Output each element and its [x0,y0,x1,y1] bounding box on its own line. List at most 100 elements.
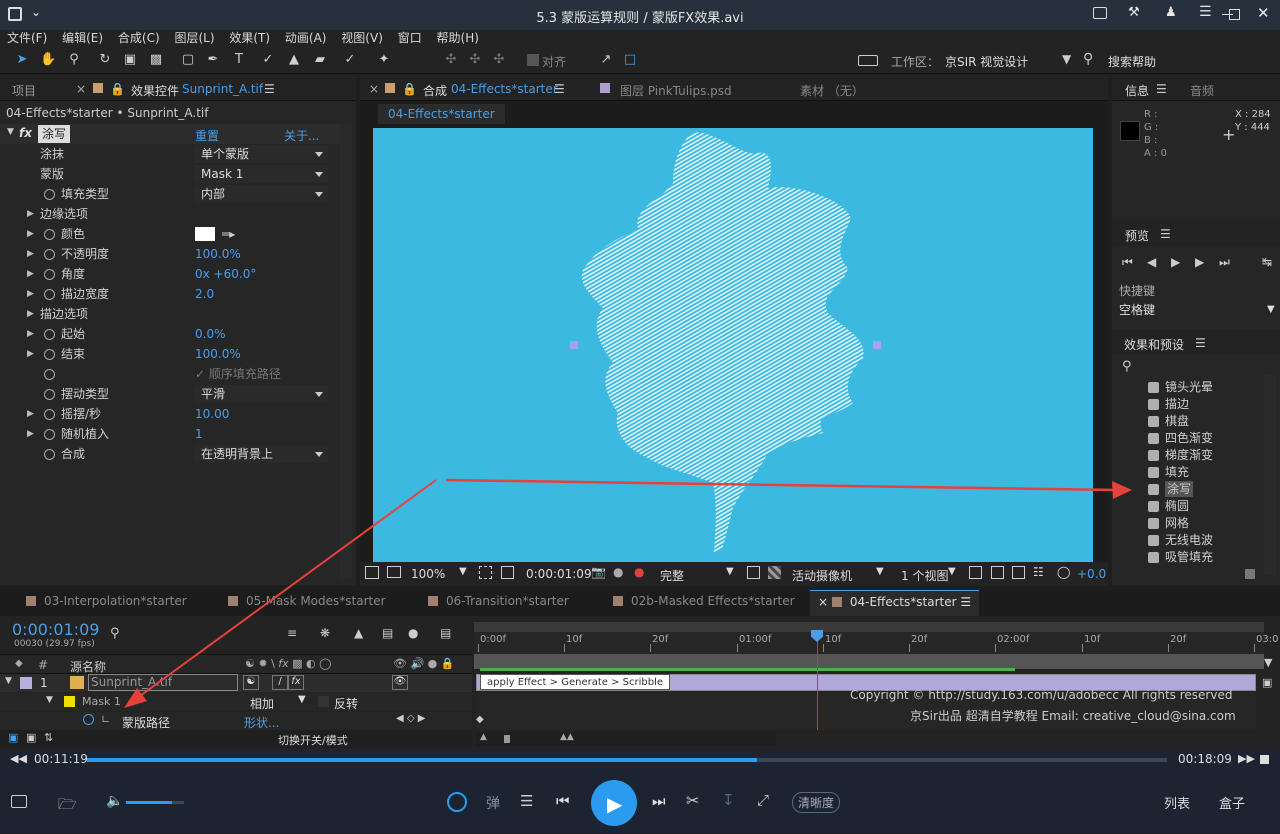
progress-track[interactable] [87,758,1167,762]
comp-work-area[interactable] [474,654,1264,669]
brush-tool-icon[interactable]: ✓ [260,52,276,68]
menu-help[interactable]: 帮助(H) [437,30,479,46]
timeline-tab[interactable]: 02b-Masked Effects*starter [613,594,795,608]
camera-select[interactable]: 活动摄像机 [792,567,852,584]
expand-triangle-icon[interactable]: ▶ [27,224,34,244]
eyedropper-icon[interactable]: ═▸ [222,224,235,244]
invert-checkbox[interactable] [318,696,329,707]
property-dropdown[interactable]: 单个蒙版 [195,145,328,163]
search-icon[interactable]: ⚲ [1083,51,1093,67]
effect-list-item[interactable]: 填充 [1148,464,1258,480]
property-dropdown[interactable]: Mask 1 [195,165,328,183]
menu-layer[interactable]: 图层(L) [174,30,214,46]
property-row[interactable]: 填充类型 内部 [0,184,340,204]
property-value[interactable]: 2.0 [195,284,214,304]
effect-list-item[interactable]: 椭圆 [1148,498,1258,514]
timeline-icon[interactable] [1012,566,1025,579]
rewind-icon[interactable]: ◀◀ [10,752,27,765]
axis-view-icon[interactable]: ✣ [491,52,507,68]
expand-triangle-icon[interactable]: ▶ [27,244,34,264]
timeline-timecode[interactable]: 0:00:01:09 [12,620,99,639]
show-snapshot-icon[interactable]: ● [613,565,623,579]
property-row[interactable]: ✓ 顺序填充路径 [0,364,340,384]
time-indicator-line[interactable] [817,630,818,730]
resolution-select[interactable]: 完整 [660,567,684,584]
property-dropdown[interactable]: 在透明背景上 [195,445,328,463]
expand-triangle-icon[interactable]: ▼ [7,127,14,137]
mask-shape-link[interactable]: 形状... [244,714,279,731]
previous-frame-icon[interactable]: ◀ [1147,255,1156,269]
quality-button[interactable]: 清晰度 [792,792,841,813]
transfer-controls-icon[interactable]: ▣ [26,731,36,744]
time-ruler[interactable]: 0:00f 10f 20f 01:00f 10f 20f 02:00f 10f 20f 03:0 [474,632,1278,654]
panel-menu-icon[interactable]: ☰ [1195,336,1206,350]
next-frame-icon[interactable]: ▶ [1195,255,1204,269]
skin-icon[interactable]: ♟ [1165,5,1177,20]
panel-menu-icon[interactable]: ☰ [264,82,275,96]
stopwatch-icon[interactable] [44,349,55,360]
fast-previews-icon[interactable] [991,566,1004,579]
chevron-down-icon[interactable]: ▼ [948,566,956,577]
tab-effects-presets[interactable]: 效果和预设 [1124,336,1184,353]
composition-viewer[interactable] [373,128,1093,562]
current-time-display[interactable]: 0:00:01:09 [526,567,592,581]
stopwatch-icon[interactable] [44,409,55,420]
color-channels-icon[interactable]: ● [634,565,644,579]
close-icon[interactable]: × [76,82,86,96]
hand-tool-icon[interactable]: ✋ [40,52,56,68]
property-row[interactable]: 蒙版 Mask 1 [0,164,340,184]
last-frame-icon[interactable]: ⏭ [1219,255,1230,270]
loop-icon[interactable]: ↹ [1262,255,1272,269]
quality-switch-icon[interactable]: / [272,675,288,690]
tab-composition-name[interactable]: 04-Effects*starter [451,82,558,96]
rectangle-tool-icon[interactable]: ▢ [180,52,196,68]
mask-mode-select[interactable]: 相加 [250,695,274,712]
volume-slider[interactable] [126,801,184,804]
keyframe-nav-icons[interactable]: ◀ ◇ ▶ [396,713,425,724]
always-preview-icon[interactable] [365,566,379,579]
ai-icon[interactable] [447,792,467,812]
expand-triangle-icon[interactable]: ▶ [27,204,34,224]
menu-animation[interactable]: 动画(A) [285,30,327,46]
fx-icon[interactable]: fx [19,126,32,140]
scrollbar[interactable] [1264,375,1276,575]
mask-color-swatch[interactable] [64,696,75,707]
expand-triangle-icon[interactable]: ▶ [27,424,34,444]
stopwatch-icon[interactable] [44,429,55,440]
property-value[interactable]: 10.00 [195,404,229,424]
property-row[interactable]: 涂抹 单个蒙版 [0,144,340,164]
graph-icon[interactable]: ∟ [101,713,110,726]
snap-checkbox[interactable] [527,54,539,66]
tab-preview[interactable]: 预览 [1125,227,1149,244]
comp-button-icon[interactable]: ▣ [1262,676,1272,689]
mask-vertex-left[interactable] [570,341,578,349]
work-area-bar[interactable] [474,622,1264,632]
effect-list-item[interactable]: 涂写 [1148,481,1258,497]
timeline-tab[interactable]: 05-Mask Modes*starter [228,594,386,608]
panel-menu-icon[interactable]: ☰ [1160,227,1171,241]
mask-vertex-right[interactable] [873,341,881,349]
clone-stamp-tool-icon[interactable]: ▲ [286,52,302,68]
expand-triangle-icon[interactable]: ▼ [5,676,12,686]
puppet-pin-tool-icon[interactable]: ✦ [376,52,392,68]
panel-menu-icon[interactable]: ☰ [1156,82,1167,96]
expand-triangle-icon[interactable]: ▶ [27,344,34,364]
reset-link[interactable]: 重置 [195,127,219,144]
workspace-select[interactable]: 京SIR 视觉设计 [945,53,1028,70]
menu-view[interactable]: 视图(V) [341,30,383,46]
scrollbar[interactable] [340,124,352,579]
motion-blur-icon[interactable]: ● [408,626,418,640]
effect-list-item[interactable]: 描边 [1148,396,1258,412]
library-icon[interactable] [11,795,27,808]
search-icon[interactable]: ⚲ [1122,359,1132,374]
chevron-down-icon[interactable]: ▼ [459,566,467,577]
color-swatch[interactable] [195,227,215,241]
effect-name[interactable]: 涂写 [38,125,71,143]
mask-path-row[interactable]: ∟ 蒙版路径 形状... ◀ ◇ ▶ [0,712,472,730]
lock-icon[interactable]: 🔒 [110,82,125,96]
zoom-thumb[interactable] [504,735,510,743]
property-row[interactable]: ▶ 起始 0.0% [0,324,340,344]
toggle-switches-modes[interactable]: 切换开关/模式 [278,732,348,748]
zoom-slider[interactable]: ▲ ▲▲ [476,732,776,746]
expand-triangle-icon[interactable]: ▶ [27,264,34,284]
